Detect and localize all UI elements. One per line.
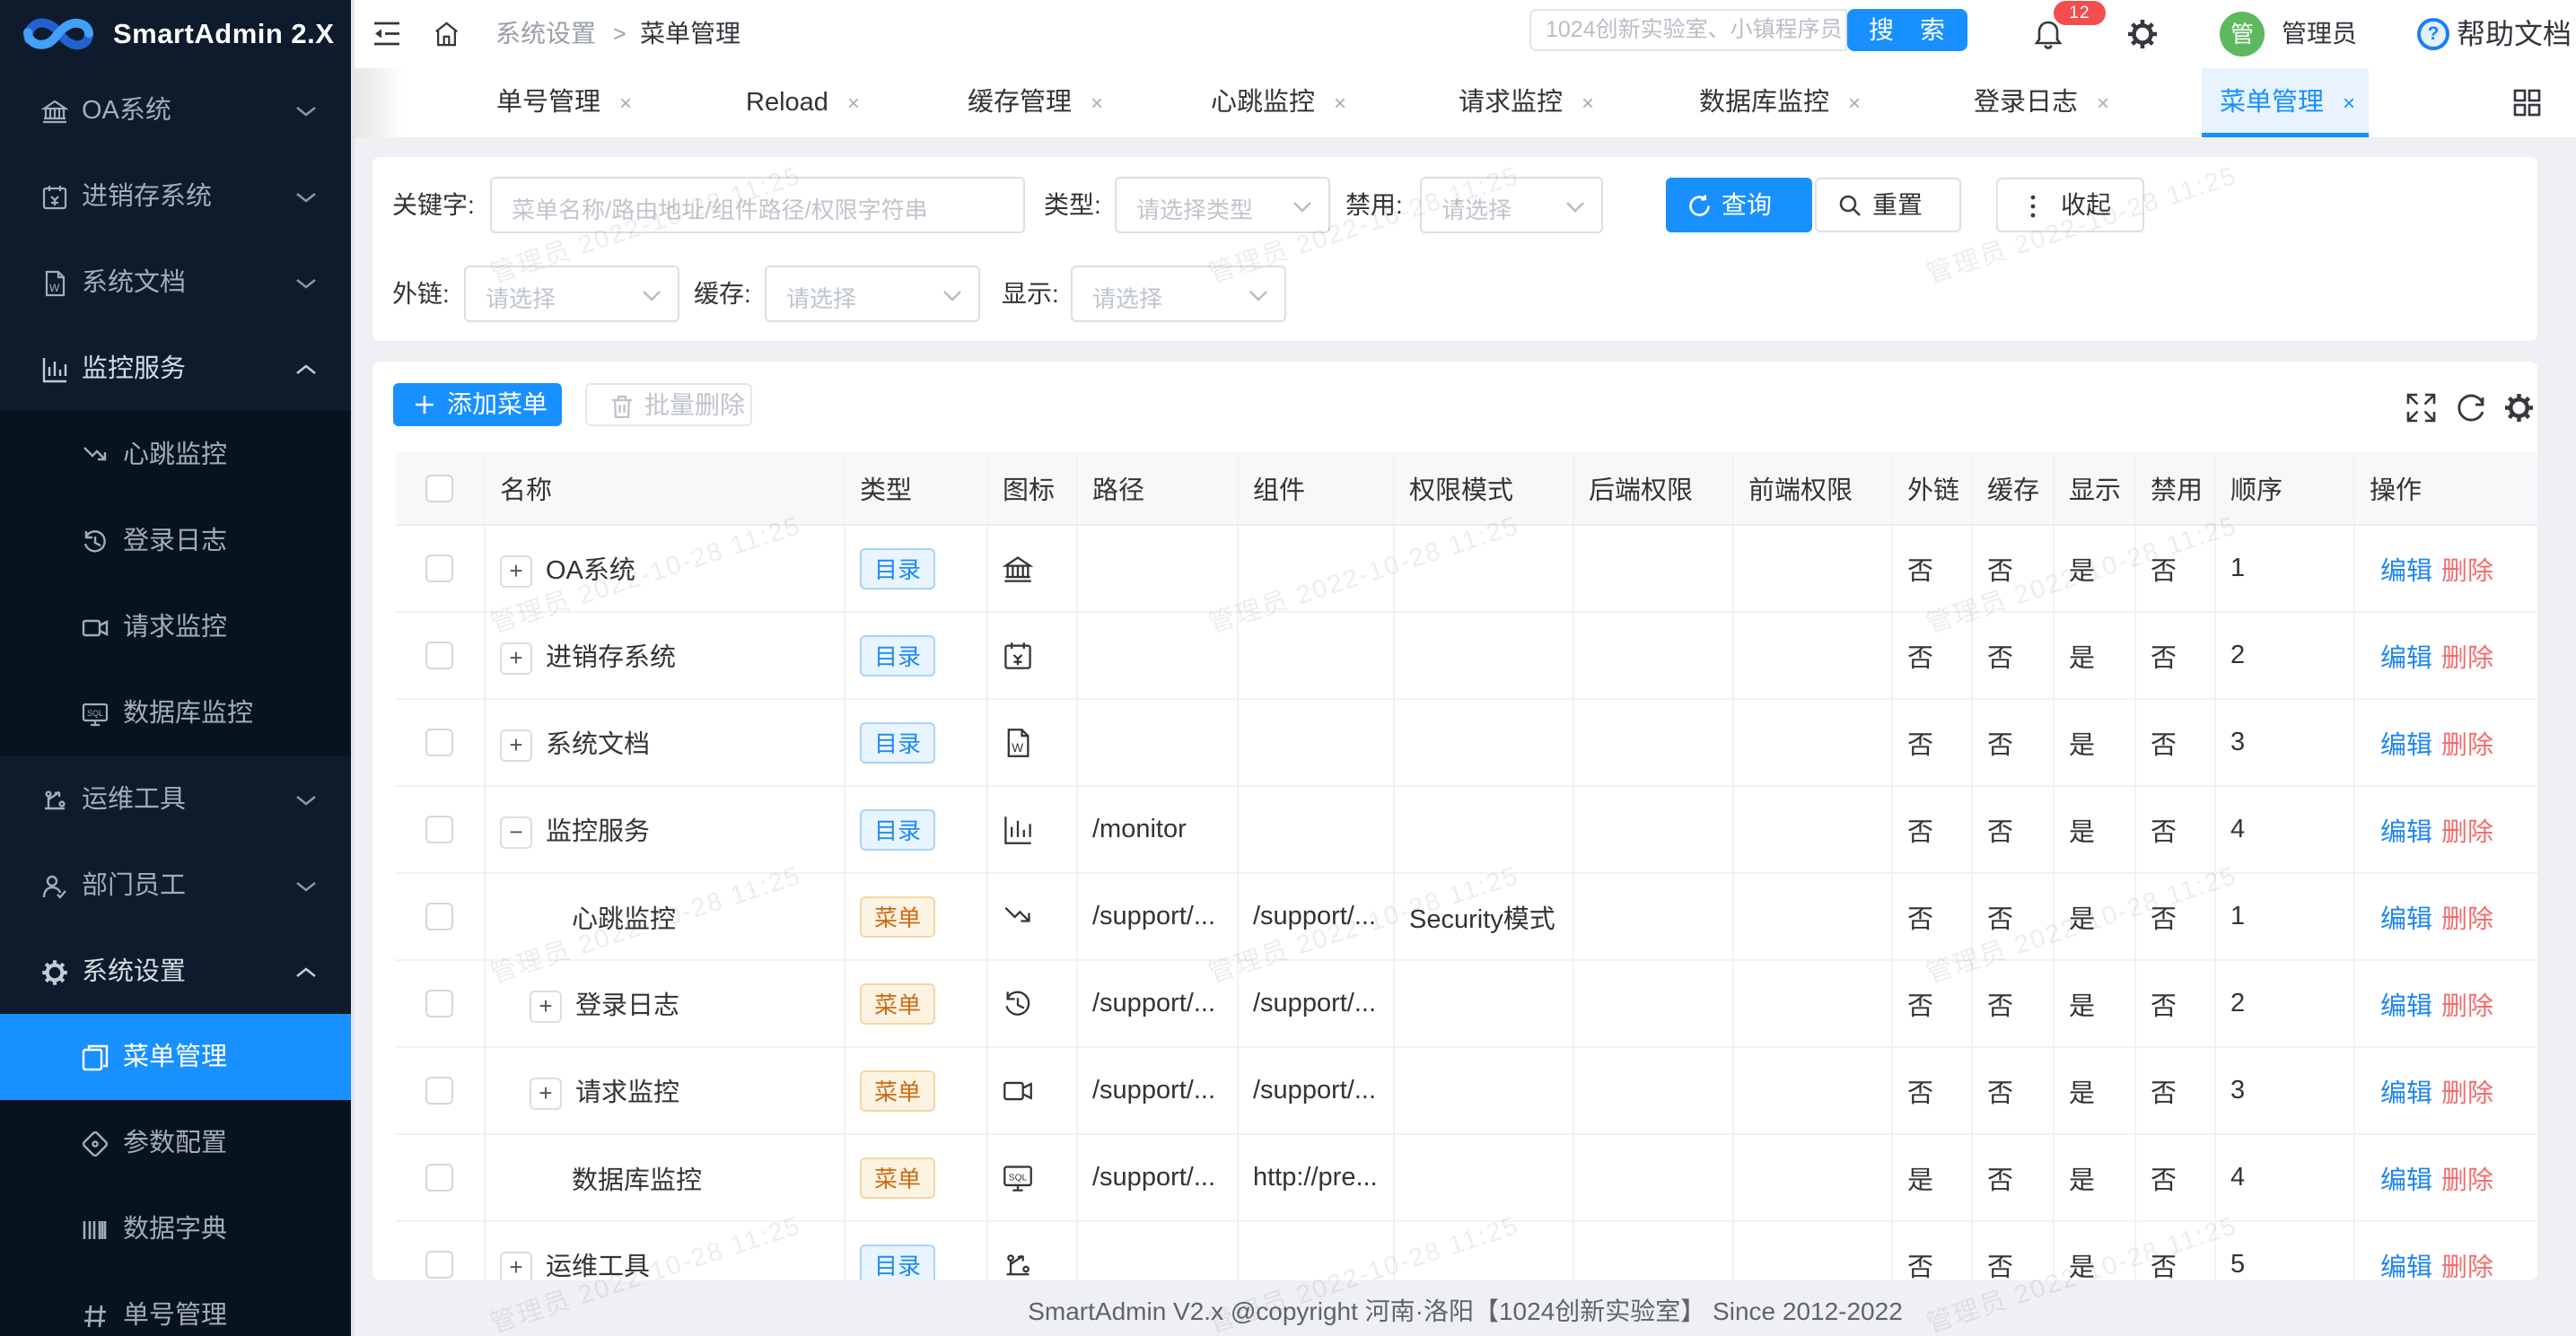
svg-text:W: W	[49, 282, 60, 294]
svg-text:W: W	[1012, 741, 1023, 755]
svg-text:SQL: SQL	[87, 709, 103, 718]
svg-text:SQL: SQL	[1009, 1173, 1028, 1183]
